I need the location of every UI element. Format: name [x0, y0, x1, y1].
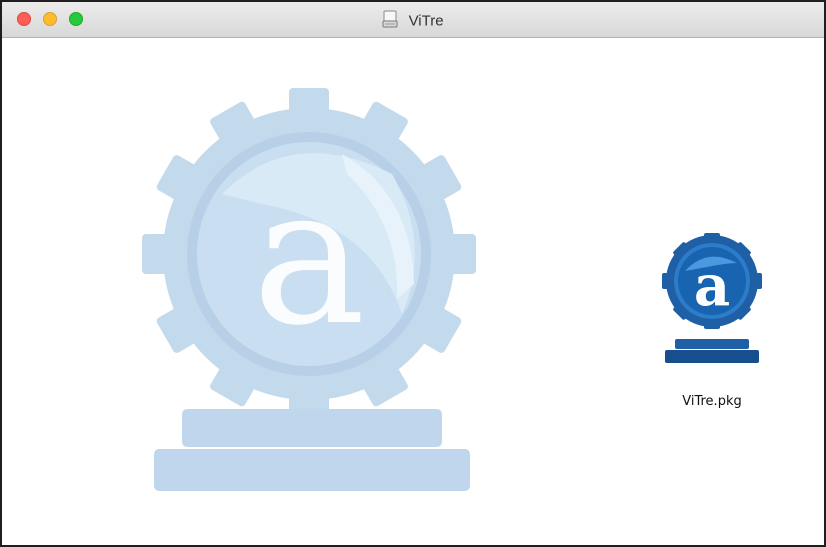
- window-title-text: ViTre: [408, 12, 444, 30]
- background-logo-watermark: a: [142, 84, 482, 499]
- title-bar[interactable]: ViTre: [2, 0, 824, 38]
- file-name-label[interactable]: ViTre.pkg: [652, 394, 772, 409]
- package-installer-icon[interactable]: a: [652, 233, 772, 378]
- disk-image-icon: [382, 10, 398, 32]
- svg-text:a: a: [252, 146, 365, 367]
- finder-window: ViTre a a ViTre.pkg: [0, 0, 826, 547]
- window-title: ViTre: [2, 10, 824, 32]
- file-item-vitre-pkg[interactable]: a ViTre.pkg: [652, 233, 772, 409]
- svg-text:a: a: [694, 253, 730, 319]
- window-content: a a ViTre.pkg: [2, 38, 824, 545]
